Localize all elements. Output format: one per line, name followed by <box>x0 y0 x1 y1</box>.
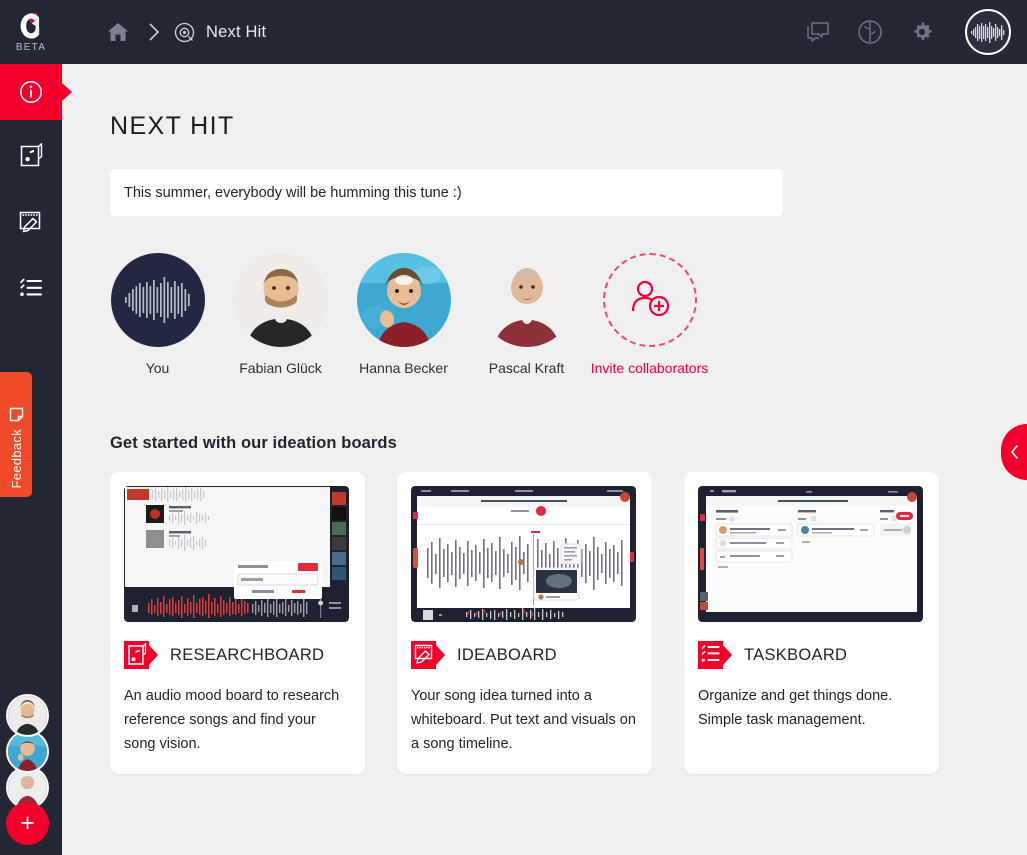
board-description: Organize and get things done. Simple tas… <box>698 688 893 728</box>
disc-icon <box>174 22 195 42</box>
waveform-avatar-icon <box>124 277 190 323</box>
chevron-right-icon <box>149 23 160 41</box>
feedback-label: Feedback <box>8 428 24 489</box>
waveform-avatar-icon <box>971 22 1005 43</box>
task-list-badge-icon <box>698 641 732 669</box>
header-actions <box>803 0 1011 64</box>
board-description: An audio mood board to research referenc… <box>124 688 340 752</box>
add-member-button[interactable]: + <box>6 802 49 845</box>
board-card-researchboard[interactable]: RESEARCHBOARD An audio mood board to res… <box>110 472 365 774</box>
collaborator-hanna[interactable]: Hanna Becker <box>356 253 451 376</box>
feedback-tab[interactable]: Feedback <box>0 372 32 497</box>
chat-button[interactable] <box>803 17 833 47</box>
collaborator-name: Fabian Glück <box>239 360 322 376</box>
collaborator-name: Pascal Kraft <box>488 360 565 376</box>
avatar <box>479 253 574 347</box>
home-icon <box>108 23 128 41</box>
sidebar-item-ideaboard[interactable] <box>0 194 62 250</box>
board-title-row: RESEARCHBOARD <box>124 641 351 669</box>
taskboard-thumbnail <box>698 486 923 622</box>
left-sidebar: Feedback + <box>0 64 62 855</box>
avatar <box>356 253 451 347</box>
invite-circle <box>602 253 697 347</box>
feedback-note-icon <box>9 407 23 421</box>
top-header: BETA Next Hit <box>0 0 1027 64</box>
sidebar-item-researchboard[interactable] <box>0 128 62 184</box>
collaborator-pascal[interactable]: Pascal Kraft <box>479 253 574 376</box>
music-sheet-icon <box>20 143 42 167</box>
beta-badge: BETA <box>15 42 47 53</box>
avatar <box>233 253 328 347</box>
sidebar-member-stack: + <box>6 694 56 845</box>
project-description-text: This summer, everybody will be humming t… <box>124 184 462 201</box>
add-person-icon <box>631 280 669 317</box>
sidebar-item-taskboard[interactable] <box>0 260 62 316</box>
boards-grid: RESEARCHBOARD An audio mood board to res… <box>110 472 939 774</box>
board-title: IDEABOARD <box>457 645 557 664</box>
invite-label: Invite collaborators <box>590 360 709 376</box>
avatar-photo-pascal <box>479 253 574 347</box>
whiteboard-pen-icon <box>19 211 40 233</box>
whiteboard-pen-badge-icon <box>411 641 445 669</box>
researchboard-preview-image <box>124 486 349 622</box>
app-logo[interactable]: BETA <box>0 0 62 64</box>
breadcrumb: Next Hit <box>98 12 266 52</box>
avatar <box>110 253 205 347</box>
page-title: NEXT HIT <box>110 112 235 140</box>
ideaboard-preview-image <box>411 486 636 622</box>
insights-button[interactable] <box>855 17 885 47</box>
account-avatar[interactable] <box>965 9 1011 55</box>
project-name: Next Hit <box>206 22 267 41</box>
settings-button[interactable] <box>907 17 937 47</box>
chevron-left-icon <box>1010 445 1018 459</box>
sidebar-item-info[interactable] <box>0 64 62 120</box>
avatar-photo-fabian <box>233 253 328 347</box>
main-content: NEXT HIT This summer, everybody will be … <box>62 64 1027 855</box>
invite-collaborators-button[interactable]: Invite collaborators <box>591 253 708 376</box>
collaborator-you[interactable]: You <box>110 253 205 376</box>
taskboard-preview-image <box>698 486 923 622</box>
breadcrumb-separator <box>138 22 170 42</box>
board-title: TASKBOARD <box>744 645 848 664</box>
boards-heading: Get started with our ideation boards <box>110 434 397 452</box>
chat-icon <box>807 22 829 42</box>
rail-avatar-fabian[interactable] <box>6 694 49 737</box>
project-description-field[interactable]: This summer, everybody will be humming t… <box>110 169 783 216</box>
board-title-row: TASKBOARD <box>698 641 925 669</box>
info-circle-icon <box>20 81 42 103</box>
avatar-photo-hanna <box>8 732 47 771</box>
app-root: BETA Next Hit Feedback + NEXT HIT This s… <box>0 0 1027 855</box>
ideaboard-thumbnail <box>411 486 636 622</box>
gear-icon <box>914 22 932 41</box>
collaborator-name: You <box>145 360 170 376</box>
music-sheet-badge-icon <box>124 641 158 669</box>
collaborators-list: You Fabian Glück Hanna Becker Pascal Kra… <box>110 253 708 376</box>
avatar-photo-fabian <box>8 696 47 735</box>
home-button[interactable] <box>98 12 138 52</box>
board-title: RESEARCHBOARD <box>170 645 325 664</box>
board-title-row: IDEABOARD <box>411 641 638 669</box>
collaborator-fabian[interactable]: Fabian Glück <box>233 253 328 376</box>
brain-icon <box>858 20 882 44</box>
task-list-icon <box>20 278 43 296</box>
board-description: Your song idea turned into a whiteboard.… <box>411 688 636 752</box>
researchboard-thumbnail <box>124 486 349 622</box>
collaborator-name: Hanna Becker <box>359 360 448 376</box>
board-card-taskboard[interactable]: TASKBOARD Organize and get things done. … <box>684 472 939 774</box>
complete-logo-icon <box>20 12 40 39</box>
breadcrumb-project[interactable]: Next Hit <box>174 22 266 43</box>
avatar-photo-hanna <box>356 253 451 347</box>
board-card-ideaboard[interactable]: IDEABOARD Your song idea turned into a w… <box>397 472 652 774</box>
